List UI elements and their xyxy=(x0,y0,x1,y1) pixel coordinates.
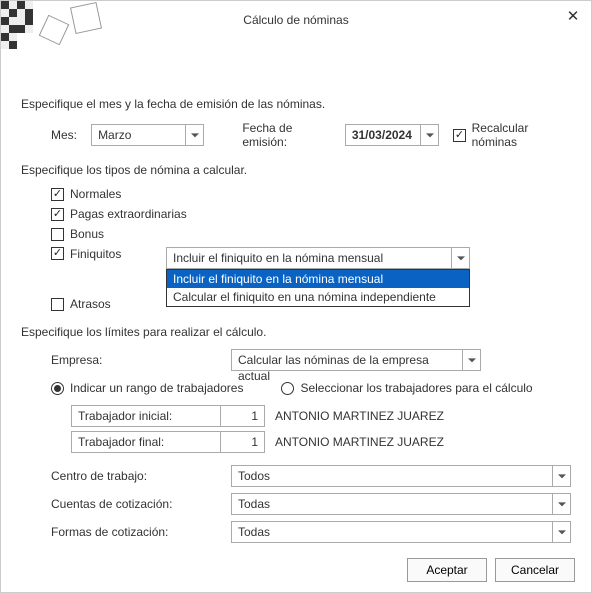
date-value: 31/03/2024 xyxy=(346,125,420,145)
chevron-down-icon[interactable] xyxy=(552,494,570,514)
worker-end-name: ANTONIO MARTINEZ JUAREZ xyxy=(275,435,444,449)
close-button[interactable]: ✕ xyxy=(563,7,583,27)
month-value: Marzo xyxy=(92,125,185,145)
atrasos-checkbox[interactable] xyxy=(51,298,64,311)
section2-heading: Especifique los tipos de nómina a calcul… xyxy=(21,163,571,177)
finiquito-option-1[interactable]: Calcular el finiquito en una nómina inde… xyxy=(167,288,469,306)
worker-start-label: Trabajador inicial: xyxy=(71,405,221,427)
pagas-checkbox[interactable] xyxy=(51,208,64,221)
finiquitos-label: Finiquitos xyxy=(70,247,130,261)
chevron-down-icon[interactable] xyxy=(451,248,469,268)
chevron-down-icon[interactable] xyxy=(552,466,570,486)
finiquito-mode-select[interactable]: Incluir el finiquito en la nómina mensua… xyxy=(166,247,470,269)
chevron-down-icon[interactable] xyxy=(185,125,203,145)
atrasos-label: Atrasos xyxy=(70,297,111,311)
chevron-down-icon[interactable] xyxy=(462,350,480,370)
empresa-value: Calcular las nóminas de la empresa actua… xyxy=(232,350,462,370)
worker-start-num-input[interactable]: 1 xyxy=(221,405,265,427)
range-radio-label: Indicar un rango de trabajadores xyxy=(70,381,243,395)
chevron-down-icon[interactable] xyxy=(552,522,570,542)
worker-start-name: ANTONIO MARTINEZ JUAREZ xyxy=(275,409,444,423)
date-label: Fecha de emisión: xyxy=(242,121,334,149)
bonus-label: Bonus xyxy=(70,227,104,241)
cuentas-label: Cuentas de cotización: xyxy=(21,497,231,511)
section1-heading: Especifique el mes y la fecha de emisión… xyxy=(21,97,571,111)
formas-select[interactable]: Todas xyxy=(231,521,571,543)
finiquito-mode-value: Incluir el finiquito en la nómina mensua… xyxy=(167,248,451,268)
month-select[interactable]: Marzo xyxy=(91,124,204,146)
empresa-label: Empresa: xyxy=(21,353,231,367)
section3-heading: Especifique los límites para realizar el… xyxy=(21,325,571,339)
empresa-select[interactable]: Calcular las nóminas de la empresa actua… xyxy=(231,349,481,371)
month-label: Mes: xyxy=(51,128,83,142)
centro-select[interactable]: Todos xyxy=(231,465,571,487)
pagas-label: Pagas extraordinarias xyxy=(70,207,187,221)
bonus-checkbox[interactable] xyxy=(51,228,64,241)
chevron-down-icon[interactable] xyxy=(420,125,438,145)
window-title: Cálculo de nóminas xyxy=(243,13,348,27)
recalc-checkbox[interactable] xyxy=(453,129,465,142)
worker-end-label: Trabajador final: xyxy=(71,431,221,453)
formas-label: Formas de cotización: xyxy=(21,525,231,539)
ok-button[interactable]: Aceptar xyxy=(407,558,487,582)
formas-value: Todas xyxy=(232,522,552,542)
worker-end-num-input[interactable]: 1 xyxy=(221,431,265,453)
normales-checkbox[interactable] xyxy=(51,188,64,201)
cancel-button[interactable]: Cancelar xyxy=(495,558,575,582)
cuentas-select[interactable]: Todas xyxy=(231,493,571,515)
finiquitos-checkbox[interactable] xyxy=(51,247,64,260)
finiquito-mode-dropdown: Incluir el finiquito en la nómina mensua… xyxy=(166,269,470,307)
recalc-label: Recalcular nóminas xyxy=(472,121,571,149)
range-radio[interactable] xyxy=(51,382,64,395)
centro-value: Todos xyxy=(232,466,552,486)
date-select[interactable]: 31/03/2024 xyxy=(345,124,439,146)
normales-label: Normales xyxy=(70,187,121,201)
finiquito-option-0[interactable]: Incluir el finiquito en la nómina mensua… xyxy=(167,270,469,288)
select-workers-radio-label: Seleccionar los trabajadores para el cál… xyxy=(300,381,532,395)
select-workers-radio[interactable] xyxy=(281,382,294,395)
centro-label: Centro de trabajo: xyxy=(21,469,231,483)
cuentas-value: Todas xyxy=(232,494,552,514)
